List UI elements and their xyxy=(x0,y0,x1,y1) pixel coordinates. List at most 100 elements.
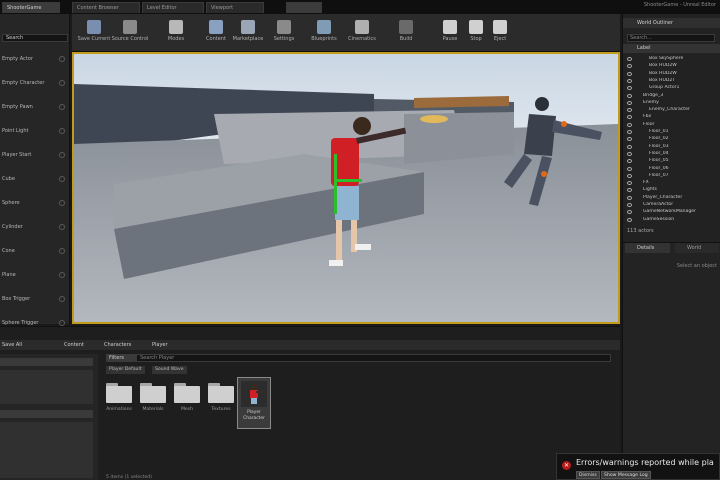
place-actor-item[interactable]: Empty Actor xyxy=(0,52,70,66)
outliner-row-label: Floor_03 xyxy=(649,143,669,149)
folder-item[interactable]: Textures xyxy=(205,383,237,412)
outliner-row[interactable]: Bridge_3 xyxy=(623,93,720,100)
visibility-eye-icon[interactable] xyxy=(627,181,632,186)
place-actor-item[interactable]: Player Start xyxy=(0,148,70,162)
dismiss-button[interactable]: Dismiss xyxy=(576,471,600,479)
breadcrumb-content[interactable]: Content xyxy=(64,342,84,348)
toolbar-button-label: Modes xyxy=(167,36,185,42)
visibility-eye-icon[interactable] xyxy=(627,151,632,156)
visibility-eye-icon[interactable] xyxy=(627,210,632,215)
outliner-row[interactable]: GameNetworkManager xyxy=(623,209,720,216)
tree-item[interactable] xyxy=(0,410,93,418)
visibility-eye-icon[interactable] xyxy=(627,71,632,76)
place-actor-item[interactable]: Sphere xyxy=(0,196,70,210)
outliner-row[interactable]: Group Actor1 xyxy=(623,85,720,92)
visibility-eye-icon[interactable] xyxy=(627,64,632,69)
outliner-row[interactable]: Floor xyxy=(623,122,720,129)
marketplace-button[interactable]: Marketplace xyxy=(228,17,268,51)
level-viewport[interactable] xyxy=(72,52,620,324)
visibility-eye-icon[interactable] xyxy=(627,86,632,91)
outliner-row[interactable]: FX xyxy=(623,180,720,187)
content-search-input[interactable]: Search Player xyxy=(136,354,611,362)
tab-level-editor[interactable]: Level Editor xyxy=(142,2,204,13)
visibility-eye-icon[interactable] xyxy=(627,166,632,171)
outliner-row[interactable]: Floor_06 xyxy=(623,166,720,173)
folder-item[interactable]: Mesh xyxy=(171,383,203,412)
filter-chip-player[interactable]: Player Default xyxy=(106,366,145,374)
place-actor-item[interactable]: Empty Character xyxy=(0,76,70,90)
filter-chip-sound[interactable]: Sound Wave xyxy=(152,366,187,374)
visibility-eye-icon[interactable] xyxy=(627,108,632,113)
place-actor-item[interactable]: Empty Pawn xyxy=(0,100,70,114)
visibility-eye-icon[interactable] xyxy=(627,78,632,83)
outliner-row[interactable]: CameraActor xyxy=(623,202,720,209)
outliner-row[interactable]: GameSession xyxy=(623,217,720,224)
place-actor-item[interactable]: Cylinder xyxy=(0,220,70,234)
build-button[interactable]: Build xyxy=(386,17,426,51)
tree-item[interactable] xyxy=(0,370,93,404)
viewport-scene[interactable] xyxy=(74,54,618,322)
visibility-eye-icon[interactable] xyxy=(627,144,632,149)
outliner-row[interactable]: Player_Character xyxy=(623,195,720,202)
outliner-row[interactable]: Floor_04 xyxy=(623,151,720,158)
visibility-eye-icon[interactable] xyxy=(627,122,632,127)
eject-button[interactable]: Eject xyxy=(480,17,520,51)
visibility-eye-icon[interactable] xyxy=(627,93,632,98)
outliner-row[interactable]: Enemy_Character xyxy=(623,107,720,114)
breadcrumb-characters[interactable]: Characters xyxy=(104,342,131,348)
tree-item[interactable] xyxy=(0,358,93,366)
outliner-row[interactable]: Box HUD2W xyxy=(623,63,720,70)
breadcrumb-player[interactable]: Player xyxy=(152,342,168,348)
tab-shooter-game[interactable]: ShooterGame xyxy=(2,2,60,13)
visibility-eye-icon[interactable] xyxy=(627,188,632,193)
save-current-button[interactable]: Save Current xyxy=(74,17,114,51)
blueprints-button[interactable]: Blueprints xyxy=(304,17,344,51)
visibility-eye-icon[interactable] xyxy=(627,137,632,142)
visibility-eye-icon[interactable] xyxy=(627,195,632,200)
asset-player-character[interactable]: Player Character xyxy=(237,377,271,429)
tab-viewport[interactable]: Viewport xyxy=(206,2,264,13)
outliner-row[interactable]: Fbx xyxy=(623,114,720,121)
tree-item[interactable] xyxy=(0,422,93,478)
details-tab[interactable]: Details xyxy=(625,243,670,253)
filters-button[interactable]: Filters xyxy=(106,354,136,362)
visibility-eye-icon[interactable] xyxy=(627,57,632,61)
world-outliner-tab[interactable]: World Outliner xyxy=(623,18,720,28)
world-settings-tab[interactable]: World xyxy=(675,243,719,253)
place-actor-item[interactable]: Box Trigger xyxy=(0,292,70,306)
outliner-row[interactable]: Floor_07 xyxy=(623,173,720,180)
place-actor-item[interactable]: Point Light xyxy=(0,124,70,138)
outliner-row[interactable]: Box SkySphere xyxy=(623,56,720,63)
modes-search-input[interactable]: Search xyxy=(2,34,68,42)
modes-button[interactable]: Modes xyxy=(156,17,196,51)
show-message-log-button[interactable]: Show Message Log xyxy=(601,471,651,479)
visibility-eye-icon[interactable] xyxy=(627,203,632,207)
folder-item[interactable]: Animations xyxy=(103,383,135,412)
outliner-column-label[interactable]: Label xyxy=(623,44,720,53)
outliner-row[interactable]: Lights xyxy=(623,187,720,194)
visibility-eye-icon[interactable] xyxy=(627,100,632,105)
save-all-button[interactable]: Save All xyxy=(2,342,22,348)
outliner-row[interactable]: Floor_03 xyxy=(623,144,720,151)
visibility-eye-icon[interactable] xyxy=(627,130,632,134)
folder-item[interactable]: Materials xyxy=(137,383,169,412)
outliner-row[interactable]: Floor_05 xyxy=(623,158,720,165)
visibility-eye-icon[interactable] xyxy=(627,159,632,164)
outliner-search-input[interactable]: Search... xyxy=(627,34,715,42)
outliner-row[interactable]: Floor_01 xyxy=(623,129,720,136)
tab-viewport-active[interactable] xyxy=(286,2,322,13)
cinematics-button[interactable]: Cinematics xyxy=(342,17,382,51)
outliner-row[interactable]: Floor_02 xyxy=(623,136,720,143)
place-actor-item[interactable]: Cube xyxy=(0,172,70,186)
source-control-button[interactable]: Source Control xyxy=(110,17,150,51)
tab-content-browser[interactable]: Content Browser xyxy=(72,2,140,13)
visibility-eye-icon[interactable] xyxy=(627,115,632,120)
visibility-eye-icon[interactable] xyxy=(627,173,632,178)
outliner-row[interactable]: Box HUD2T xyxy=(623,78,720,85)
outliner-row[interactable]: Box HUD2W xyxy=(623,71,720,78)
visibility-eye-icon[interactable] xyxy=(627,217,632,222)
place-actor-item[interactable]: Plane xyxy=(0,268,70,282)
settings-button[interactable]: Settings xyxy=(264,17,304,51)
outliner-row[interactable]: Enemy xyxy=(623,100,720,107)
place-actor-item[interactable]: Cone xyxy=(0,244,70,258)
